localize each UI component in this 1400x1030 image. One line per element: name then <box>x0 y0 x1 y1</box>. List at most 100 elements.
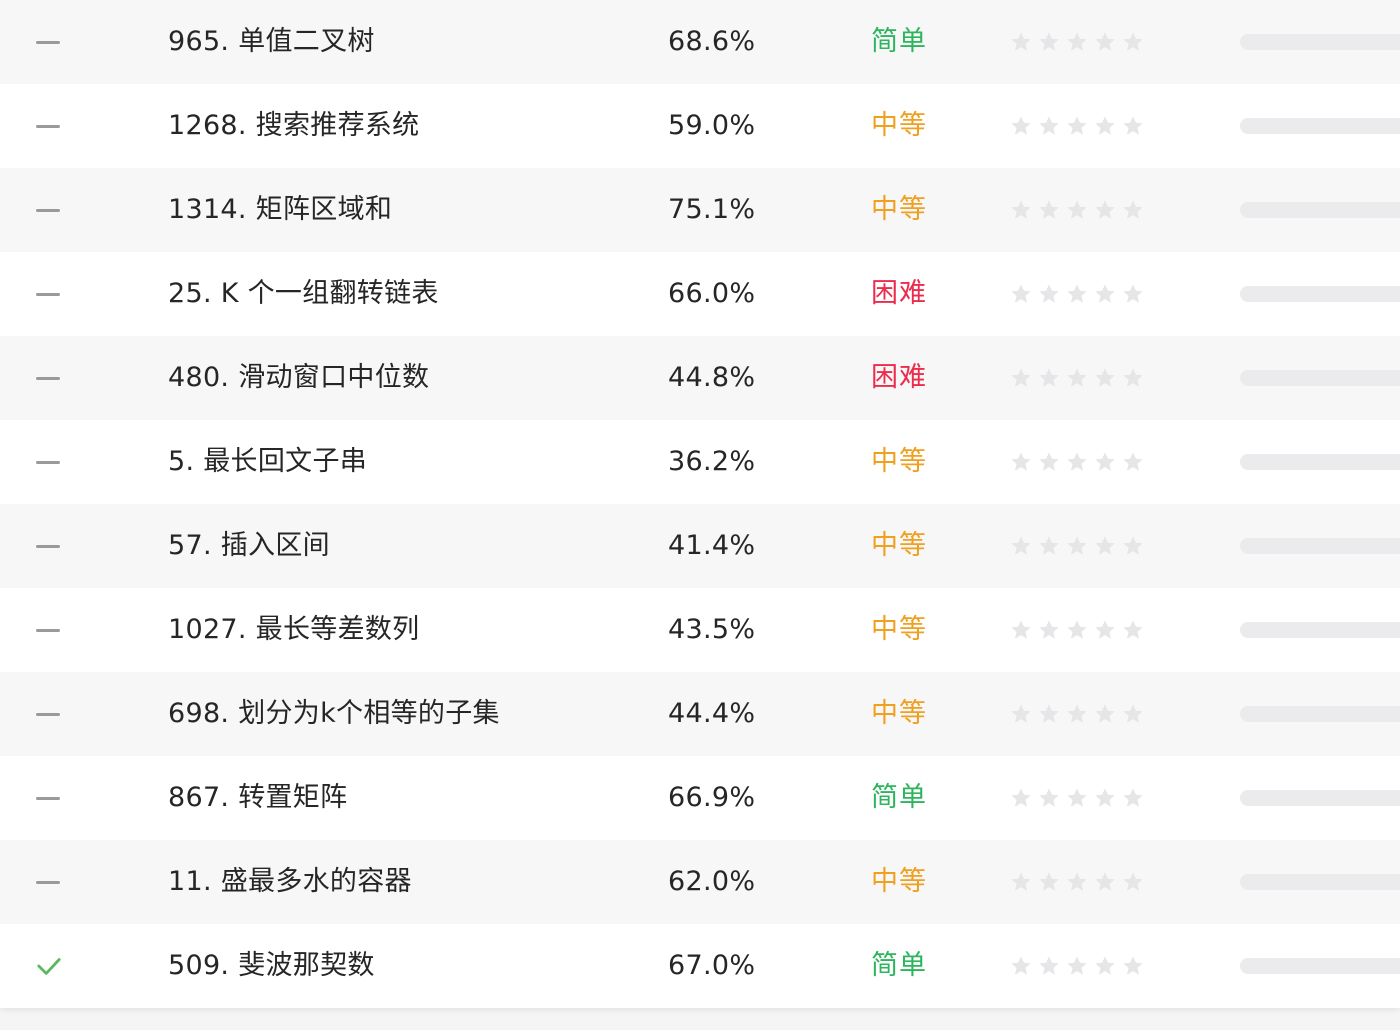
star-icon[interactable] <box>1122 115 1144 137</box>
table-row[interactable]: 5. 最长回文子串 36.2% 中等 <box>0 420 1400 504</box>
rating-stars[interactable] <box>1010 756 1150 840</box>
star-icon[interactable] <box>1122 283 1144 305</box>
frequency-bar <box>1240 202 1400 218</box>
rating-stars[interactable] <box>1010 672 1150 756</box>
star-icon[interactable] <box>1038 619 1060 641</box>
star-icon[interactable] <box>1094 619 1116 641</box>
star-icon[interactable] <box>1122 871 1144 893</box>
rating-stars[interactable] <box>1010 420 1150 504</box>
star-icon[interactable] <box>1066 367 1088 389</box>
star-icon[interactable] <box>1010 199 1032 221</box>
star-icon[interactable] <box>1066 955 1088 977</box>
star-icon[interactable] <box>1066 199 1088 221</box>
table-row[interactable]: 965. 单值二叉树 68.6% 简单 <box>0 0 1400 84</box>
problem-title-link[interactable]: 1314. 矩阵区域和 <box>168 168 392 252</box>
rating-stars[interactable] <box>1010 252 1150 336</box>
star-icon[interactable] <box>1038 955 1060 977</box>
star-icon[interactable] <box>1094 199 1116 221</box>
star-icon[interactable] <box>1066 451 1088 473</box>
table-row[interactable]: 25. K 个一组翻转链表 66.0% 困难 <box>0 252 1400 336</box>
star-icon[interactable] <box>1038 367 1060 389</box>
star-icon[interactable] <box>1010 955 1032 977</box>
problem-title-link[interactable]: 480. 滑动窗口中位数 <box>168 336 429 420</box>
star-icon[interactable] <box>1038 451 1060 473</box>
star-icon[interactable] <box>1094 115 1116 137</box>
problem-title-link[interactable]: 698. 划分为k个相等的子集 <box>168 672 500 756</box>
rating-stars[interactable] <box>1010 924 1150 1008</box>
problem-title-link[interactable]: 965. 单值二叉树 <box>168 0 375 84</box>
table-row[interactable]: 480. 滑动窗口中位数 44.8% 困难 <box>0 336 1400 420</box>
star-icon[interactable] <box>1122 703 1144 725</box>
problem-title-link[interactable]: 509. 斐波那契数 <box>168 924 375 1008</box>
problem-title-link[interactable]: 1268. 搜索推荐系统 <box>168 84 419 168</box>
status-cell <box>36 504 62 588</box>
table-row[interactable]: 1027. 最长等差数列 43.5% 中等 <box>0 588 1400 672</box>
star-icon[interactable] <box>1122 535 1144 557</box>
star-icon[interactable] <box>1122 955 1144 977</box>
star-icon[interactable] <box>1038 787 1060 809</box>
rating-stars[interactable] <box>1010 504 1150 588</box>
problem-title-link[interactable]: 57. 插入区间 <box>168 504 330 588</box>
star-icon[interactable] <box>1094 787 1116 809</box>
table-row[interactable]: 1314. 矩阵区域和 75.1% 中等 <box>0 168 1400 252</box>
star-icon[interactable] <box>1010 703 1032 725</box>
star-icon[interactable] <box>1066 871 1088 893</box>
star-icon[interactable] <box>1122 787 1144 809</box>
star-icon[interactable] <box>1038 31 1060 53</box>
star-icon[interactable] <box>1066 31 1088 53</box>
star-icon[interactable] <box>1038 199 1060 221</box>
star-icon[interactable] <box>1038 535 1060 557</box>
star-icon[interactable] <box>1094 955 1116 977</box>
star-icon[interactable] <box>1066 703 1088 725</box>
star-icon[interactable] <box>1066 787 1088 809</box>
star-icon[interactable] <box>1066 619 1088 641</box>
problem-title-link[interactable]: 25. K 个一组翻转链表 <box>168 252 439 336</box>
rating-stars[interactable] <box>1010 168 1150 252</box>
table-row[interactable]: 698. 划分为k个相等的子集 44.4% 中等 <box>0 672 1400 756</box>
star-icon[interactable] <box>1094 367 1116 389</box>
table-row[interactable]: 867. 转置矩阵 66.9% 简单 <box>0 756 1400 840</box>
star-icon[interactable] <box>1010 451 1032 473</box>
star-icon[interactable] <box>1122 367 1144 389</box>
rating-stars[interactable] <box>1010 336 1150 420</box>
star-icon[interactable] <box>1066 115 1088 137</box>
star-icon[interactable] <box>1038 703 1060 725</box>
star-icon[interactable] <box>1010 787 1032 809</box>
problem-title-link[interactable]: 5. 最长回文子串 <box>168 420 367 504</box>
star-icon[interactable] <box>1038 283 1060 305</box>
star-icon[interactable] <box>1122 199 1144 221</box>
star-icon[interactable] <box>1010 31 1032 53</box>
table-row[interactable]: 57. 插入区间 41.4% 中等 <box>0 504 1400 588</box>
rating-stars[interactable] <box>1010 84 1150 168</box>
star-icon[interactable] <box>1094 703 1116 725</box>
star-icon[interactable] <box>1094 451 1116 473</box>
star-icon[interactable] <box>1122 31 1144 53</box>
star-icon[interactable] <box>1010 367 1032 389</box>
star-icon[interactable] <box>1038 871 1060 893</box>
star-icon[interactable] <box>1094 535 1116 557</box>
problem-title-link[interactable]: 867. 转置矩阵 <box>168 756 347 840</box>
star-icon[interactable] <box>1010 535 1032 557</box>
table-row[interactable]: 509. 斐波那契数 67.0% 简单 <box>0 924 1400 1008</box>
rating-stars[interactable] <box>1010 0 1150 84</box>
table-row[interactable]: 11. 盛最多水的容器 62.0% 中等 <box>0 840 1400 924</box>
dash-icon <box>36 544 60 548</box>
star-icon[interactable] <box>1010 283 1032 305</box>
problem-title-link[interactable]: 1027. 最长等差数列 <box>168 588 419 672</box>
star-icon[interactable] <box>1122 451 1144 473</box>
star-icon[interactable] <box>1066 283 1088 305</box>
star-icon[interactable] <box>1094 283 1116 305</box>
frequency-bar <box>1240 538 1400 554</box>
star-icon[interactable] <box>1066 535 1088 557</box>
star-icon[interactable] <box>1038 115 1060 137</box>
star-icon[interactable] <box>1122 619 1144 641</box>
rating-stars[interactable] <box>1010 588 1150 672</box>
star-icon[interactable] <box>1010 871 1032 893</box>
star-icon[interactable] <box>1094 31 1116 53</box>
star-icon[interactable] <box>1010 115 1032 137</box>
rating-stars[interactable] <box>1010 840 1150 924</box>
star-icon[interactable] <box>1010 619 1032 641</box>
star-icon[interactable] <box>1094 871 1116 893</box>
table-row[interactable]: 1268. 搜索推荐系统 59.0% 中等 <box>0 84 1400 168</box>
problem-title-link[interactable]: 11. 盛最多水的容器 <box>168 840 412 924</box>
